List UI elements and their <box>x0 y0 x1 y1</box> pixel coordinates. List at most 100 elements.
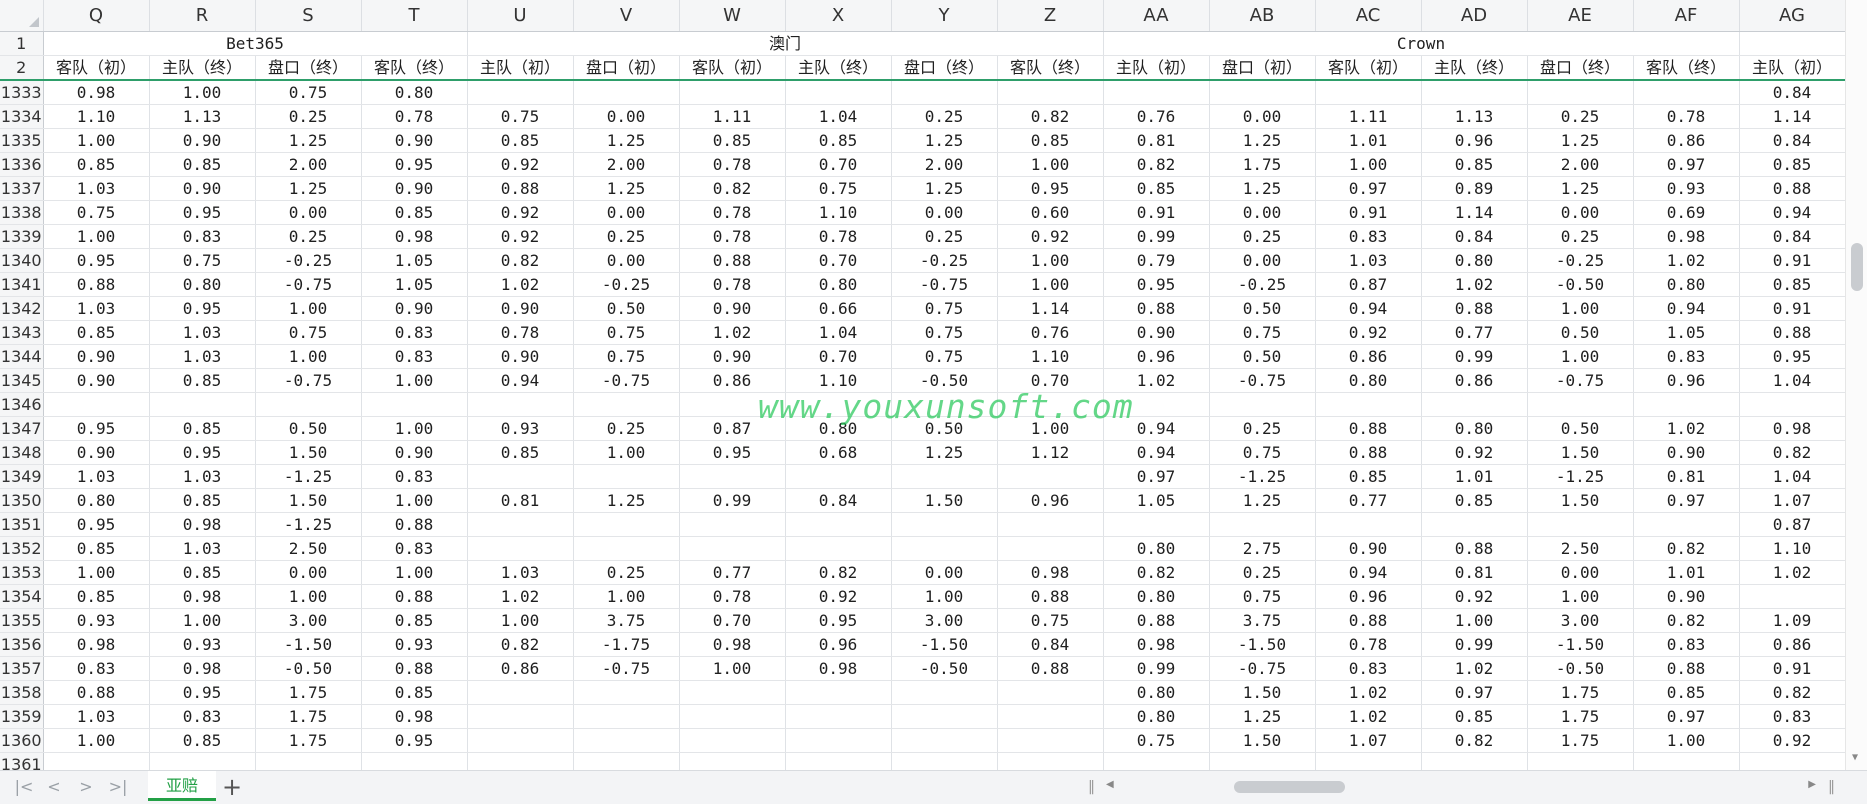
data-cell[interactable]: 0.85 <box>1421 704 1528 729</box>
data-cell[interactable]: 1.75 <box>255 704 362 729</box>
data-cell[interactable]: 0.98 <box>679 632 786 657</box>
data-cell[interactable] <box>679 536 786 561</box>
data-cell[interactable]: 0.97 <box>1633 704 1740 729</box>
data-cell[interactable]: 1.04 <box>1739 464 1846 489</box>
last-sheet-icon[interactable]: >| <box>106 775 130 799</box>
data-cell[interactable]: 0.95 <box>361 152 468 177</box>
column-header[interactable]: AA <box>1103 0 1210 32</box>
data-cell[interactable]: 1.05 <box>1633 320 1740 345</box>
data-cell[interactable]: 0.80 <box>361 80 468 105</box>
data-cell[interactable]: 0.96 <box>1103 344 1210 369</box>
data-cell[interactable]: 0.95 <box>679 440 786 465</box>
row-header[interactable]: 1340 <box>0 248 44 273</box>
data-cell[interactable]: 0.88 <box>361 512 468 537</box>
data-cell[interactable] <box>467 704 574 729</box>
data-cell[interactable]: 0.50 <box>255 416 362 441</box>
data-cell[interactable]: 1.01 <box>1633 560 1740 585</box>
data-cell[interactable]: 0.75 <box>573 344 680 369</box>
data-cell[interactable]: 0.82 <box>679 176 786 201</box>
data-cell[interactable]: 0.83 <box>1633 344 1740 369</box>
data-cell[interactable]: 0.88 <box>43 272 150 297</box>
data-cell[interactable]: 0.00 <box>1209 248 1316 273</box>
data-cell[interactable]: 0.83 <box>361 320 468 345</box>
row-header[interactable]: 1339 <box>0 224 44 249</box>
data-cell[interactable]: 1.50 <box>1527 440 1634 465</box>
data-cell[interactable]: 1.25 <box>1209 128 1316 153</box>
data-cell[interactable]: 1.75 <box>255 728 362 753</box>
subheader-cell[interactable]: 盘口（终） <box>891 55 998 81</box>
data-cell[interactable] <box>679 680 786 705</box>
data-cell[interactable]: 0.91 <box>1739 296 1846 321</box>
data-cell[interactable]: 0.87 <box>679 416 786 441</box>
data-cell[interactable]: 1.14 <box>1421 200 1528 225</box>
data-cell[interactable]: 1.02 <box>1739 560 1846 585</box>
data-cell[interactable]: 0.95 <box>785 608 892 633</box>
data-cell[interactable]: 0.78 <box>1633 104 1740 129</box>
data-cell[interactable]: 0.25 <box>1209 224 1316 249</box>
data-cell[interactable]: 0.85 <box>361 608 468 633</box>
data-cell[interactable]: 2.00 <box>891 152 998 177</box>
data-cell[interactable]: -1.25 <box>1527 464 1634 489</box>
data-cell[interactable] <box>679 392 786 417</box>
data-cell[interactable]: 1.25 <box>573 176 680 201</box>
data-cell[interactable] <box>1633 752 1740 770</box>
row-header[interactable]: 1347 <box>0 416 44 441</box>
data-cell[interactable]: 0.82 <box>467 632 574 657</box>
row-header[interactable]: 1343 <box>0 320 44 345</box>
data-cell[interactable]: 0.87 <box>1315 272 1422 297</box>
data-cell[interactable]: 1.12 <box>997 440 1104 465</box>
data-cell[interactable]: 0.90 <box>679 296 786 321</box>
data-cell[interactable]: 0.99 <box>679 488 786 513</box>
data-cell[interactable]: 1.03 <box>1315 248 1422 273</box>
data-cell[interactable]: 1.75 <box>1527 728 1634 753</box>
data-cell[interactable]: 0.00 <box>1209 200 1316 225</box>
data-cell[interactable]: 0.80 <box>1421 248 1528 273</box>
data-cell[interactable] <box>785 536 892 561</box>
data-cell[interactable]: 0.85 <box>43 584 150 609</box>
data-cell[interactable]: 1.00 <box>997 152 1104 177</box>
data-cell[interactable]: 0.83 <box>1315 656 1422 681</box>
data-cell[interactable]: -0.50 <box>891 368 998 393</box>
data-cell[interactable]: 1.75 <box>255 680 362 705</box>
data-cell[interactable]: -0.75 <box>1527 368 1634 393</box>
data-cell[interactable]: 0.00 <box>255 560 362 585</box>
data-cell[interactable]: 1.03 <box>43 176 150 201</box>
data-cell[interactable] <box>1315 752 1422 770</box>
data-cell[interactable]: 0.97 <box>1421 680 1528 705</box>
data-cell[interactable]: 0.90 <box>361 440 468 465</box>
data-cell[interactable] <box>1739 392 1846 417</box>
data-cell[interactable]: 1.03 <box>467 560 574 585</box>
data-cell[interactable]: 0.95 <box>1103 272 1210 297</box>
data-cell[interactable]: -0.50 <box>255 656 362 681</box>
data-cell[interactable]: 0.83 <box>1739 704 1846 729</box>
data-cell[interactable]: 0.75 <box>149 248 256 273</box>
data-cell[interactable]: 0.78 <box>1315 632 1422 657</box>
data-cell[interactable]: 0.75 <box>255 320 362 345</box>
data-cell[interactable] <box>361 752 468 770</box>
sheet-tab-active[interactable]: 亚赔 <box>148 771 216 801</box>
data-cell[interactable] <box>785 80 892 105</box>
data-cell[interactable]: 0.94 <box>1633 296 1740 321</box>
data-cell[interactable]: 1.00 <box>1315 152 1422 177</box>
data-cell[interactable]: 0.83 <box>361 344 468 369</box>
data-cell[interactable]: 0.70 <box>785 248 892 273</box>
data-cell[interactable] <box>573 512 680 537</box>
data-cell[interactable]: 1.04 <box>1739 368 1846 393</box>
data-cell[interactable]: 0.50 <box>891 416 998 441</box>
data-cell[interactable]: 1.25 <box>1527 176 1634 201</box>
data-cell[interactable]: 0.94 <box>1103 416 1210 441</box>
data-cell[interactable] <box>1103 752 1210 770</box>
data-cell[interactable]: 0.98 <box>1739 416 1846 441</box>
data-cell[interactable] <box>1527 392 1634 417</box>
column-header[interactable]: Q <box>43 0 150 32</box>
data-cell[interactable]: 0.90 <box>149 176 256 201</box>
subheader-cell[interactable]: 主队（终） <box>1421 55 1528 81</box>
data-cell[interactable]: -0.75 <box>255 368 362 393</box>
data-cell[interactable]: 0.98 <box>785 656 892 681</box>
data-cell[interactable]: 1.10 <box>1739 536 1846 561</box>
data-cell[interactable]: 0.92 <box>997 224 1104 249</box>
data-cell[interactable]: 0.94 <box>1103 440 1210 465</box>
data-cell[interactable]: 1.02 <box>1103 368 1210 393</box>
data-cell[interactable]: 0.83 <box>149 704 256 729</box>
data-cell[interactable]: 0.96 <box>1633 368 1740 393</box>
